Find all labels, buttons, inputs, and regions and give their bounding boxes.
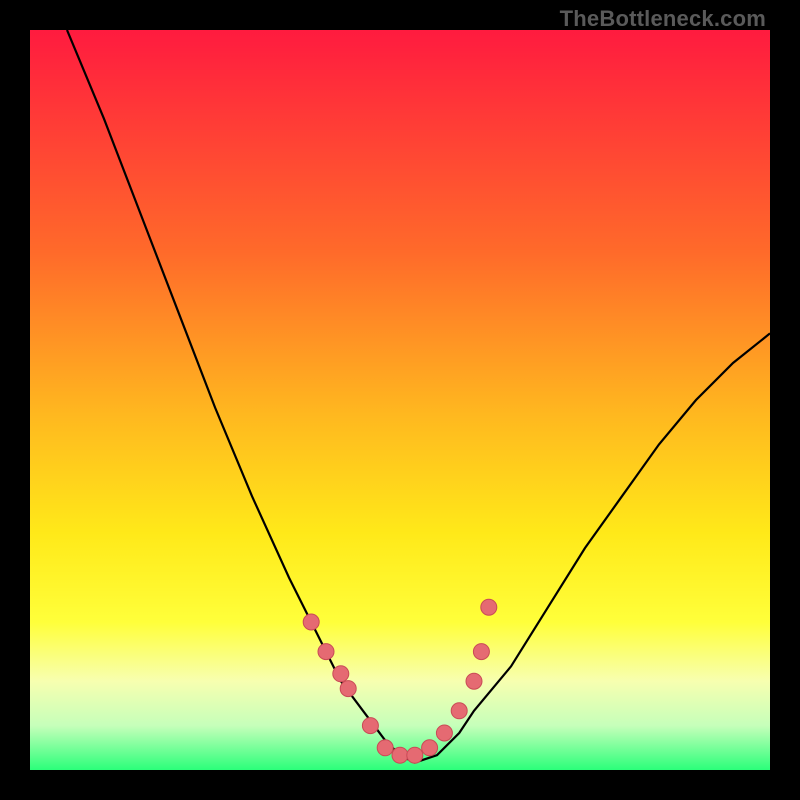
highlight-dot — [473, 644, 489, 660]
highlight-dot — [303, 614, 319, 630]
curve-layer — [30, 30, 770, 770]
highlight-dot — [362, 718, 378, 734]
bottleneck-curve — [67, 30, 770, 763]
highlight-dot — [407, 747, 423, 763]
chart-frame: TheBottleneck.com — [0, 0, 800, 800]
highlight-dot — [466, 673, 482, 689]
highlight-dot — [377, 740, 393, 756]
highlight-dot — [318, 644, 334, 660]
highlight-dot — [436, 725, 452, 741]
highlight-dot — [392, 747, 408, 763]
highlight-dot — [422, 740, 438, 756]
highlight-dot — [333, 666, 349, 682]
highlight-dot — [340, 681, 356, 697]
plot-area — [30, 30, 770, 770]
highlight-dot — [451, 703, 467, 719]
highlight-dots — [303, 599, 497, 763]
watermark-text: TheBottleneck.com — [560, 6, 766, 32]
highlight-dot — [481, 599, 497, 615]
